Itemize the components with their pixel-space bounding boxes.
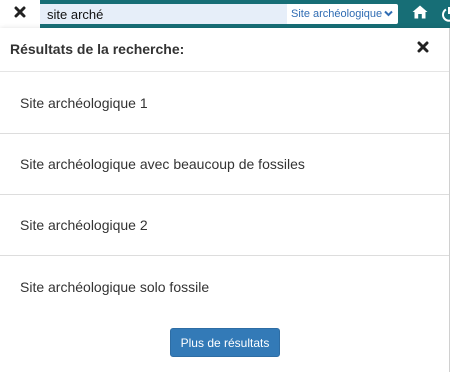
power-icon [441,7,450,26]
close-icon [14,5,26,23]
search-input[interactable] [40,4,287,24]
results-list: Site archéologique 1 Site archéologique … [0,73,449,317]
close-panel-button[interactable] [413,39,433,59]
more-results-button[interactable]: Plus de résultats [170,328,280,357]
search-scope-label: Site archéologique [291,8,383,20]
list-item[interactable]: Site archéologique 1 [0,73,449,134]
search-box: Site archéologique [40,4,398,24]
panel-header: Résultats de la recherche: [0,28,449,72]
search-results-panel: Résultats de la recherche: Site archéolo… [0,28,450,372]
list-item[interactable]: Site archéologique 2 [0,195,449,256]
chevron-down-icon [382,8,393,20]
list-item[interactable]: Site archéologique solo fossile [0,256,449,317]
power-button[interactable] [441,6,450,22]
home-button[interactable] [410,5,430,23]
home-icon [412,5,428,24]
list-item[interactable]: Site archéologique avec beaucoup de foss… [0,134,449,195]
clear-search-button[interactable] [0,0,40,28]
search-scope-select[interactable]: Site archéologique [291,4,393,24]
panel-title: Résultats de la recherche: [10,41,185,57]
close-icon [417,40,429,58]
top-toolbar: Site archéologique [0,0,450,28]
